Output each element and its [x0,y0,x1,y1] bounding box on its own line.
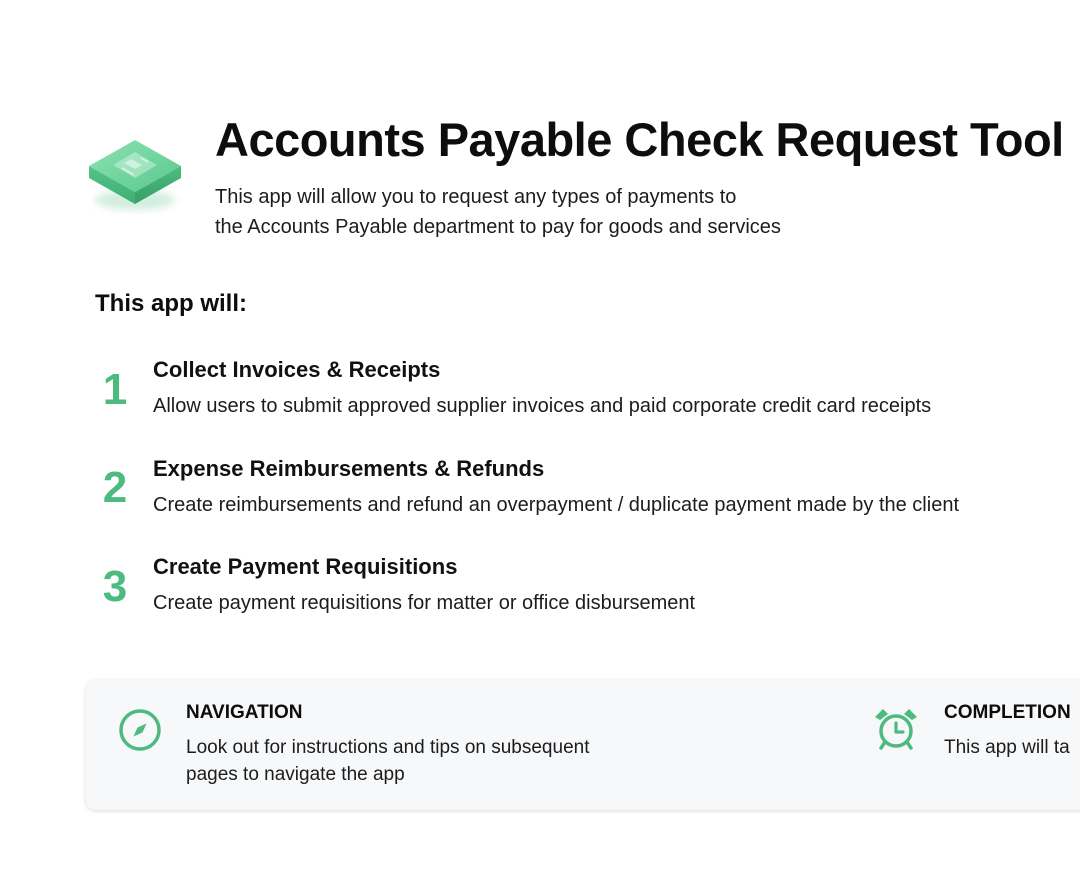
step-description: Allow users to submit approved supplier … [153,395,932,417]
step-number: 2 [102,463,128,512]
info-card: NAVIGATION Look out for instructions and… [86,680,1080,810]
step-number: 1 [102,365,128,414]
navigation-text-line: Look out for instructions and tips on su… [186,737,590,758]
feature-step-2: 2 Expense Reimbursements & Refunds Creat… [95,456,1080,536]
step-title: Expense Reimbursements & Refunds [153,456,545,481]
step-description: Create reimbursements and refund an over… [153,494,959,516]
app-logo-icon [84,128,186,214]
features-heading: This app will: [95,290,248,317]
app-subtitle-line: the Accounts Payable department to pay f… [215,216,781,238]
step-number: 3 [102,562,128,611]
navigation-info: NAVIGATION Look out for instructions and… [86,680,786,810]
step-title: Create Payment Requisitions [153,554,458,579]
welcome-page: Accounts Payable Check Request Tool This… [0,0,1080,888]
step-title: Collect Invoices & Receipts [153,357,441,382]
completion-title: COMPLETION [944,702,1071,723]
navigation-title: NAVIGATION [186,702,303,723]
completion-text-line: This app will ta [944,737,1070,758]
step-description: Create payment requisitions for matter o… [153,592,696,614]
alarm-clock-icon [872,704,920,752]
navigation-text-line: pages to navigate the app [186,764,405,785]
app-subtitle-line: This app will allow you to request any t… [215,186,737,208]
feature-step-3: 3 Create Payment Requisitions Create pay… [95,554,1080,634]
completion-info: COMPLETION This app will ta [846,680,1080,810]
completion-text: This app will ta [944,734,1070,761]
app-title: Accounts Payable Check Request Tool [215,113,1064,166]
navigation-text: Look out for instructions and tips on su… [186,734,589,788]
app-subtitle: This app will allow you to request any t… [215,182,781,242]
feature-step-1: 1 Collect Invoices & Receipts Allow user… [95,357,1080,437]
compass-icon [116,706,164,754]
